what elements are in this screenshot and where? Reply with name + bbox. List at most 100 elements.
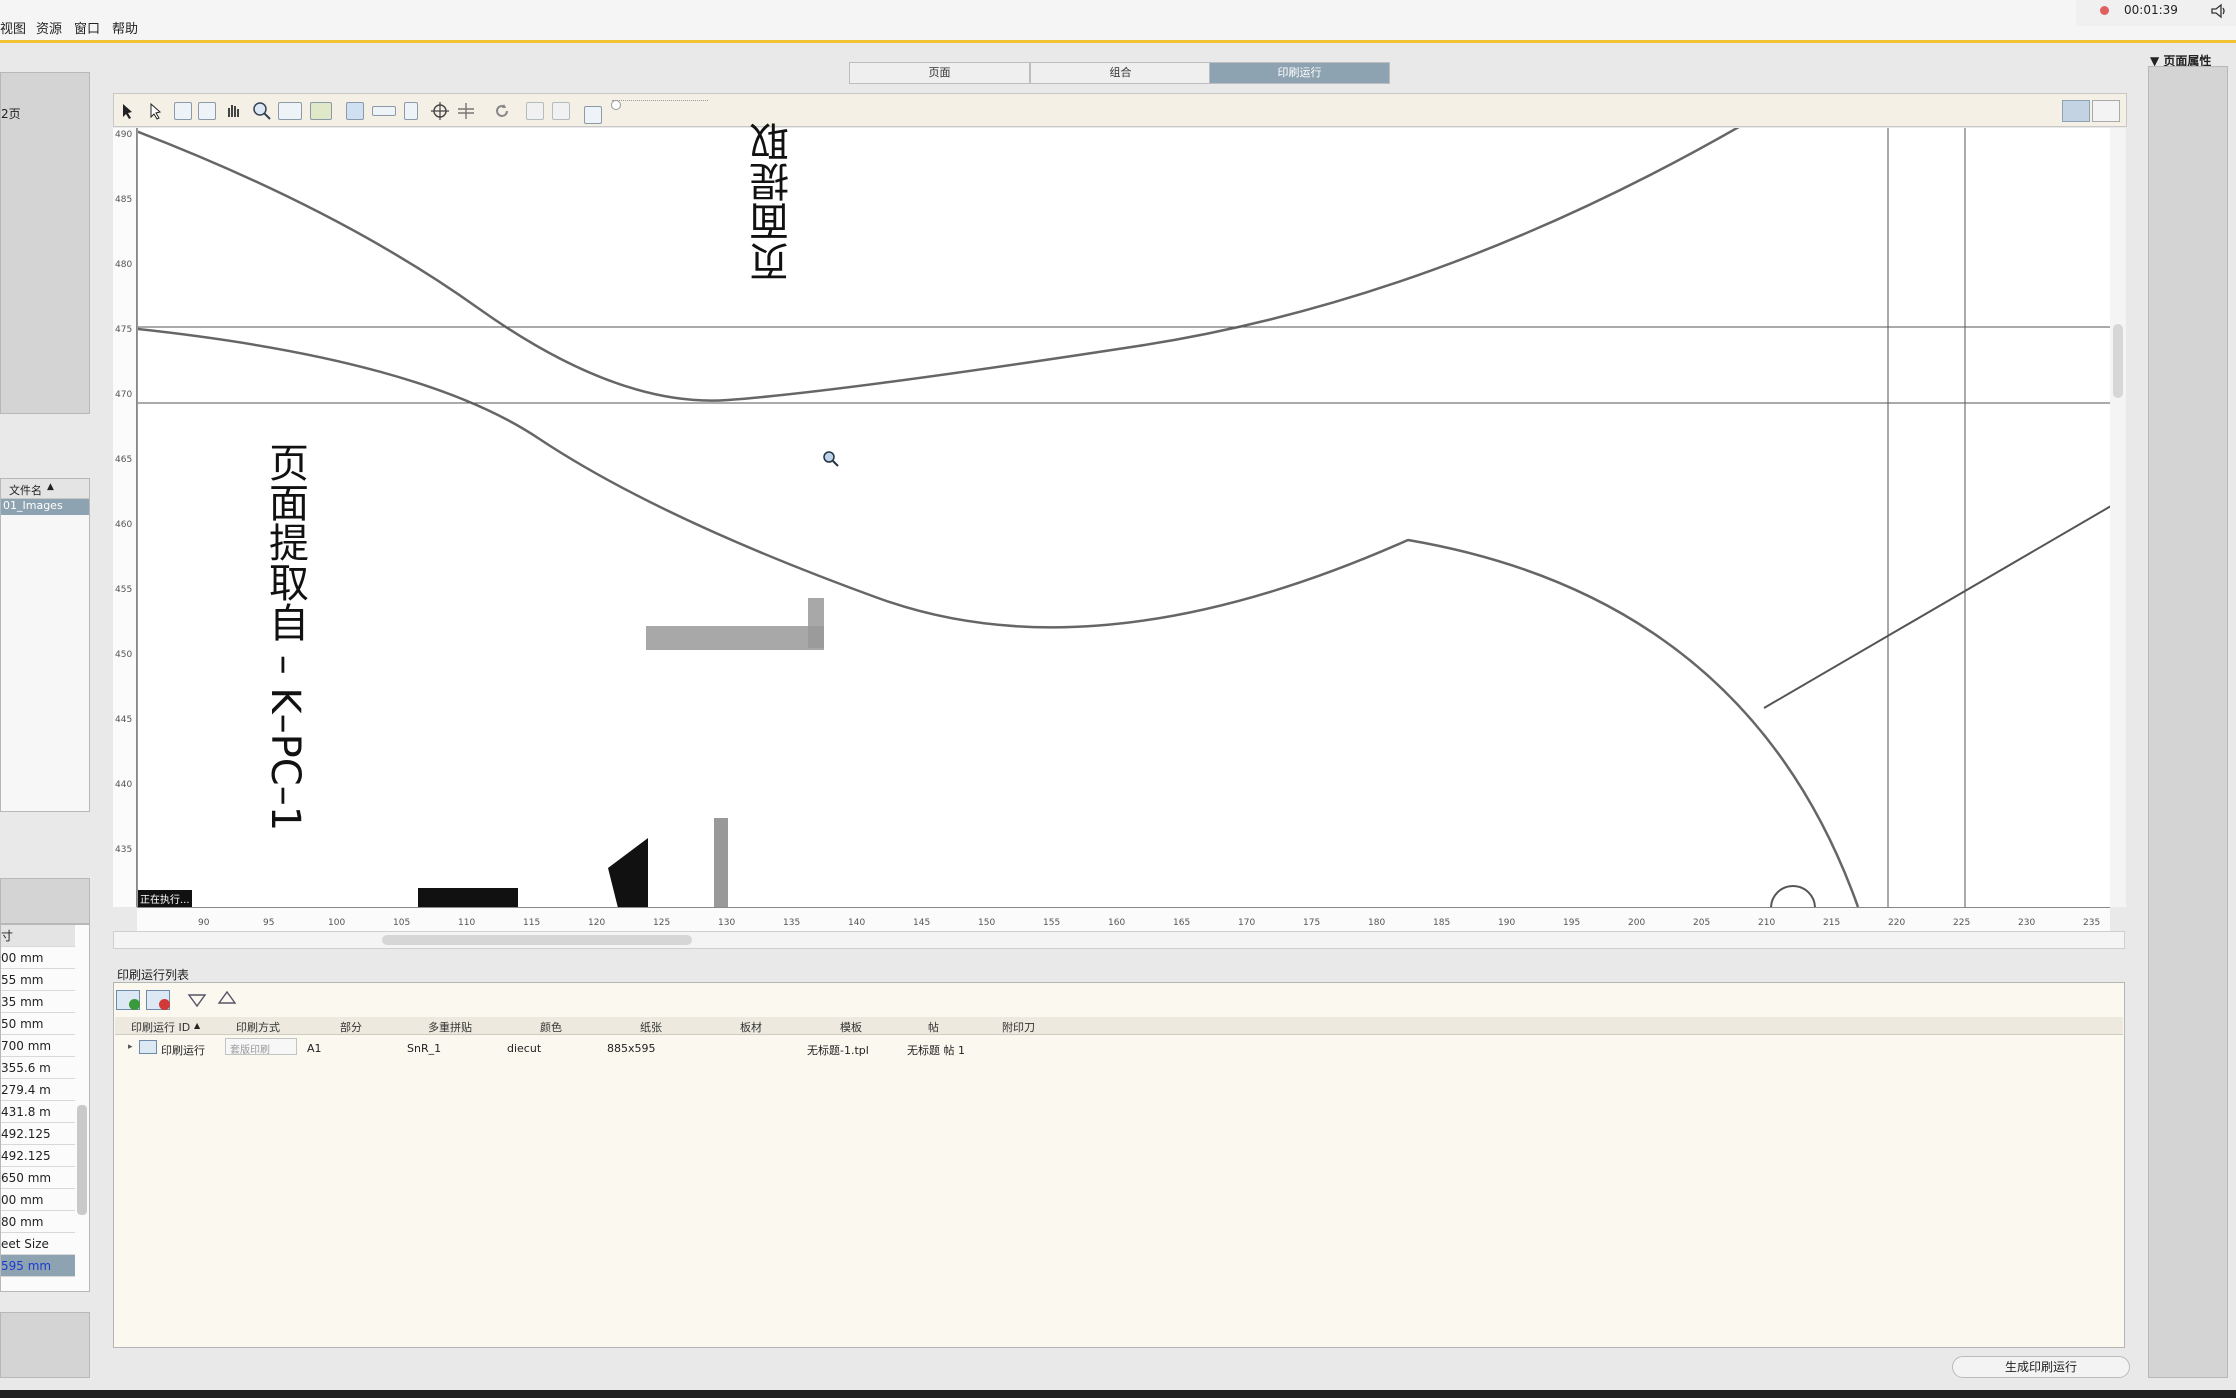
zoom-slider-track[interactable] — [612, 100, 708, 104]
crosshair-icon[interactable] — [430, 101, 450, 121]
canvas-hscroll-thumb[interactable] — [382, 935, 692, 945]
ruler-x-label: 225 — [1953, 918, 1971, 928]
prop-value[interactable]: 00 mm — [1, 947, 75, 969]
tab-print-run[interactable]: 印刷运行 — [1209, 62, 1390, 84]
prop-value[interactable]: 355.6 m — [1, 1057, 75, 1079]
prop-value[interactable]: 700 mm — [1, 1035, 75, 1057]
left-panel-properties: 寸 00 mm 55 mm 35 mm 50 mm 700 mm 355.6 m 279.4… — [0, 924, 90, 1292]
left-panel-collapsed[interactable] — [0, 878, 90, 924]
curve-lower — [138, 327, 1860, 907]
canvas-drawing — [138, 128, 2111, 907]
prop-value[interactable]: 595 mm — [1, 1255, 75, 1277]
magic-tool-icon[interactable] — [310, 102, 332, 120]
prop-value[interactable]: 492.125 — [1, 1123, 75, 1145]
row-signature: 无标题 帖 1 — [907, 1044, 965, 1057]
prop-value[interactable]: 50 mm — [1, 1013, 75, 1035]
menu-bar: 视图 资源 窗口 帮助 — [0, 0, 2236, 42]
speaker-icon[interactable] — [2210, 3, 2228, 19]
expand-arrow-icon[interactable]: ▸ — [128, 1042, 133, 1052]
prop-value[interactable]: 00 mm — [1, 1189, 75, 1211]
prop-value[interactable]: 431.8 m — [1, 1101, 75, 1123]
accent-line — [0, 40, 2236, 43]
add-print-run-icon[interactable] — [116, 990, 140, 1010]
col-part[interactable]: 部分 — [340, 1019, 362, 1035]
page-tool-icon[interactable] — [174, 102, 192, 120]
ruler-tool-icon[interactable] — [372, 106, 396, 116]
menu-window[interactable]: 窗口 — [74, 18, 100, 37]
layout-canvas[interactable]: 页面提取 页面提取自 – K–PC–1 正在执行... — [137, 122, 2111, 907]
prop-value[interactable]: 279.4 m — [1, 1079, 75, 1101]
remove-print-run-icon[interactable] — [146, 990, 170, 1010]
col-signature[interactable]: 帖 — [928, 1019, 939, 1035]
menu-help[interactable]: 帮助 — [112, 18, 138, 37]
col-print-run-id[interactable]: 印刷运行 ID — [131, 1019, 190, 1035]
left-panel-pages: 2页 — [0, 72, 90, 414]
move-down-icon[interactable] — [186, 992, 208, 1008]
prop-value[interactable]: 35 mm — [1, 991, 75, 1013]
vertical-ruler: 490 485 480 475 470 465 460 455 450 445 440 435 — [113, 128, 137, 907]
row-paper: 885x595 — [607, 1042, 656, 1055]
ruler-x-label: 200 — [1628, 918, 1646, 928]
grid-view-icon[interactable] — [2092, 100, 2120, 122]
tab-combine[interactable]: 组合 — [1030, 62, 1211, 84]
ruler-y-label: 475 — [115, 325, 133, 335]
rotate-icon[interactable] — [492, 101, 512, 121]
col-print-method[interactable]: 印刷方式 — [236, 1019, 280, 1035]
ruler-x-label: 185 — [1433, 918, 1451, 928]
split-icon[interactable] — [456, 101, 476, 121]
app-window: { "menu": {"items": ["视图", "资源", "窗口", "… — [0, 0, 2236, 1398]
canvas-hscroll[interactable] — [113, 931, 2125, 949]
ruler-x-label: 150 — [978, 918, 996, 928]
canvas-vscroll-thumb[interactable] — [2113, 324, 2123, 398]
file-list-header[interactable]: 文件名 ▲ — [1, 479, 89, 499]
menu-view[interactable]: 视图 — [0, 18, 26, 37]
canvas-vscroll[interactable] — [2110, 128, 2126, 907]
sort-asc-icon: ▲ — [194, 1021, 201, 1030]
canvas-toolbar — [113, 93, 2127, 127]
prop-value[interactable]: 80 mm — [1, 1211, 75, 1233]
col-paper[interactable]: 纸张 — [640, 1019, 662, 1035]
col-extra[interactable]: 附印刀 — [1002, 1019, 1035, 1035]
layout-grid-icon[interactable] — [278, 102, 302, 120]
arrange-front-icon[interactable] — [526, 102, 544, 120]
zoom-cursor-icon — [823, 451, 839, 467]
tab-page[interactable]: 页面 — [849, 62, 1030, 84]
col-color[interactable]: 颜色 — [540, 1019, 562, 1035]
page-icon[interactable] — [404, 102, 418, 120]
move-up-icon[interactable] — [216, 990, 238, 1006]
print-method-select[interactable]: 套版印刷 — [225, 1038, 297, 1056]
select-arrow-icon[interactable] — [120, 102, 136, 120]
ruler-x-label: 95 — [263, 918, 275, 928]
left-panel-bottom — [0, 1312, 90, 1378]
recorder-time: 00:01:39 — [2124, 3, 2178, 17]
arrange-back-icon[interactable] — [552, 102, 570, 120]
ruler-y-label: 455 — [115, 585, 133, 595]
file-row[interactable]: 01_Images — [1, 499, 89, 515]
props-scrollbar[interactable] — [77, 1105, 87, 1215]
generate-print-run-button[interactable]: 生成印刷运行 — [1952, 1356, 2130, 1378]
menu-resources[interactable]: 资源 — [36, 18, 62, 37]
image-icon[interactable] — [584, 106, 602, 124]
col-step-repeat[interactable]: 多重拼贴 — [428, 1019, 472, 1035]
ruler-x-label: 135 — [783, 918, 801, 928]
ruler-x-label: 210 — [1758, 918, 1776, 928]
table-row[interactable]: ▸ 印刷运行 套版印刷 A1 SnR_1 diecut 885x595 无标题-… — [115, 1037, 2123, 1057]
small-arc — [1770, 885, 1816, 907]
page-edit-icon[interactable] — [198, 102, 216, 120]
single-view-icon[interactable] — [2062, 100, 2090, 122]
col-plate[interactable]: 板材 — [740, 1019, 762, 1035]
ruler-x-label: 235 — [2083, 918, 2101, 928]
zoom-slider-thumb[interactable] — [611, 100, 621, 110]
partial-glyphs — [418, 838, 648, 907]
hand-tool-icon[interactable] — [224, 101, 244, 121]
prop-value[interactable]: 492.125 — [1, 1145, 75, 1167]
direct-select-icon[interactable] — [148, 102, 164, 120]
prop-value[interactable]: eet Size — [1, 1233, 75, 1255]
zoom-tool-icon[interactable] — [252, 101, 272, 121]
prop-value[interactable]: 55 mm — [1, 969, 75, 991]
blur-bar — [646, 626, 824, 650]
ruler-y-label: 490 — [115, 130, 133, 140]
preview-eye-icon[interactable] — [346, 102, 364, 120]
prop-value[interactable]: 650 mm — [1, 1167, 75, 1189]
col-template[interactable]: 模板 — [840, 1019, 862, 1035]
